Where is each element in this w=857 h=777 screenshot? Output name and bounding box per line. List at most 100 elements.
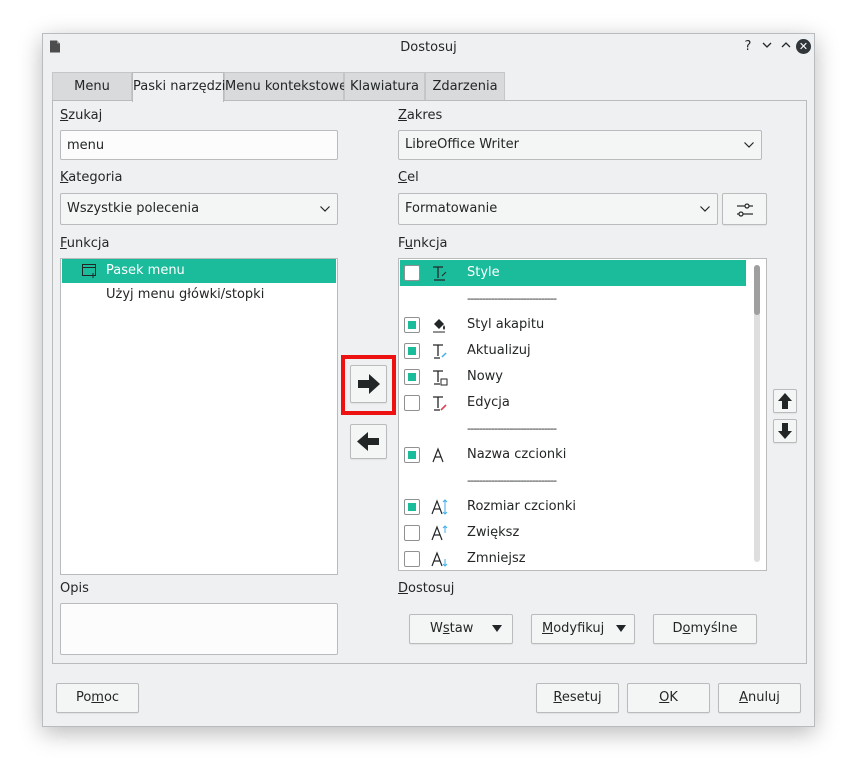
font-name-icon <box>432 447 444 463</box>
insert-menu-button[interactable]: Wstaw <box>409 614 513 644</box>
visibility-checkbox[interactable] <box>404 447 420 463</box>
title-bar[interactable]: Dostosuj ? ✕ <box>43 34 814 62</box>
help-button[interactable]: Pomoc <box>56 683 139 713</box>
modify-menu-button[interactable]: Modyfikuj <box>531 614 635 644</box>
highlight-frame <box>341 355 396 415</box>
description-box <box>60 603 338 655</box>
help-title-button[interactable]: ? <box>740 39 756 55</box>
function-item-label: Zwiększ <box>467 525 520 540</box>
separator-row[interactable]: ------------------------------ <box>400 416 746 442</box>
search-input[interactable] <box>60 130 338 160</box>
scrollbar[interactable] <box>754 265 760 562</box>
function-item-label: Pasek menu <box>106 263 185 278</box>
function-item-label: Nazwa czcionki <box>467 447 567 462</box>
list-item[interactable]: Użyj menu główki/stopki <box>62 283 336 307</box>
function-label-right: Funkcja <box>398 236 448 251</box>
remove-command-button[interactable] <box>350 424 387 459</box>
list-item[interactable]: Pasek menu <box>62 259 336 283</box>
style-icon <box>433 266 447 281</box>
list-item[interactable]: Nazwa czcionki <box>400 442 746 468</box>
function-item-label: Edycja <box>467 395 510 410</box>
category-select[interactable]: Wszystkie polecenia <box>60 193 338 225</box>
scope-label: Zakres <box>398 108 443 123</box>
tab-context-menus[interactable]: Menu kontekstowe <box>224 72 347 101</box>
function-item-label: Zmniejsz <box>467 551 526 566</box>
visibility-checkbox[interactable] <box>404 395 420 411</box>
function-item-label: Style <box>467 265 500 280</box>
category-select-value: Wszystkie polecenia <box>67 201 200 216</box>
function-item-label: Użyj menu główki/stopki <box>106 287 265 302</box>
list-item[interactable]: Style <box>400 260 746 286</box>
visibility-checkbox[interactable] <box>404 551 420 567</box>
search-label: Szukaj <box>60 108 103 123</box>
scrollbar-thumb[interactable] <box>754 265 760 315</box>
function-item-label: Rozmiar czcionki <box>467 499 577 514</box>
shrink-font-icon <box>431 551 448 567</box>
function-list-left[interactable]: Pasek menu Użyj menu główki/stopki <box>60 258 338 575</box>
visibility-checkbox[interactable] <box>404 499 420 515</box>
list-item[interactable]: Rozmiar czcionki <box>400 494 746 520</box>
chevron-down-icon <box>700 206 710 212</box>
scope-select[interactable]: LibreOffice Writer <box>398 130 762 160</box>
target-select[interactable]: Formatowanie <box>398 193 718 225</box>
move-down-button[interactable] <box>773 419 797 443</box>
category-label: Kategoria <box>60 170 123 185</box>
tab-menu[interactable]: Menu <box>52 72 132 101</box>
function-label-left: Funkcja <box>60 236 110 251</box>
close-button[interactable]: ✕ <box>796 39 811 54</box>
update-style-icon <box>433 344 447 359</box>
visibility-checkbox[interactable] <box>404 369 420 385</box>
defaults-button[interactable]: Domyślne <box>653 614 757 644</box>
tab-events[interactable]: Zdarzenia <box>425 72 505 101</box>
separator-label: ------------------------------ <box>467 292 557 305</box>
maximize-button[interactable] <box>778 39 794 55</box>
window-title: Dostosuj <box>400 40 457 55</box>
list-item[interactable]: Nowy <box>400 364 746 390</box>
list-item[interactable]: Styl akapitu <box>400 312 746 338</box>
font-size-icon <box>431 499 448 515</box>
visibility-checkbox[interactable] <box>404 343 420 359</box>
grow-font-icon <box>431 525 448 541</box>
move-up-button[interactable] <box>773 389 797 413</box>
arrow-down-icon <box>778 423 792 439</box>
chevron-down-icon <box>744 142 754 148</box>
separator-row[interactable]: ------------------------------ <box>400 468 746 494</box>
separator-label: ------------------------------ <box>467 474 557 487</box>
visibility-checkbox[interactable] <box>404 265 420 281</box>
chevron-down-icon <box>762 42 772 48</box>
edit-style-icon <box>433 396 447 411</box>
visibility-checkbox[interactable] <box>404 525 420 541</box>
list-item[interactable]: Aktualizuj <box>400 338 746 364</box>
tab-keyboard[interactable]: Klawiatura <box>344 72 425 101</box>
cancel-button[interactable]: Anuluj <box>718 683 801 713</box>
target-select-value: Formatowanie <box>405 201 498 216</box>
minimize-button[interactable] <box>759 39 775 55</box>
visibility-checkbox[interactable] <box>404 317 420 333</box>
separator-label: ------------------------------ <box>467 422 557 435</box>
function-item-label: Nowy <box>467 369 504 384</box>
menubar-icon <box>82 264 96 278</box>
chevron-up-icon <box>781 42 791 48</box>
list-item[interactable]: Zmniejsz <box>400 546 746 570</box>
tab-toolbars[interactable]: Paski narzędzi <box>132 72 225 102</box>
paint-bucket-icon <box>433 319 445 333</box>
target-label: Cel <box>398 170 419 185</box>
scope-select-value: LibreOffice Writer <box>405 137 519 152</box>
new-style-icon <box>433 370 448 386</box>
triangle-down-icon <box>492 625 502 632</box>
reset-button[interactable]: Resetuj <box>536 683 619 713</box>
ok-button[interactable]: OK <box>627 683 710 713</box>
function-item-label: Styl akapitu <box>467 317 545 332</box>
arrow-left-icon <box>357 432 379 451</box>
list-item[interactable]: Zwiększ <box>400 520 746 546</box>
function-item-label: Aktualizuj <box>467 343 531 358</box>
toolbar-settings-button[interactable] <box>722 193 767 225</box>
description-label: Opis <box>60 581 89 596</box>
arrow-up-icon <box>778 393 792 409</box>
list-item[interactable]: Edycja <box>400 390 746 416</box>
function-list-right[interactable]: Style ------------------------------ Styl … <box>398 258 767 571</box>
chevron-down-icon <box>320 206 330 212</box>
triangle-down-icon <box>616 625 626 632</box>
close-icon: ✕ <box>798 40 809 53</box>
separator-row[interactable]: ------------------------------ <box>400 286 746 312</box>
